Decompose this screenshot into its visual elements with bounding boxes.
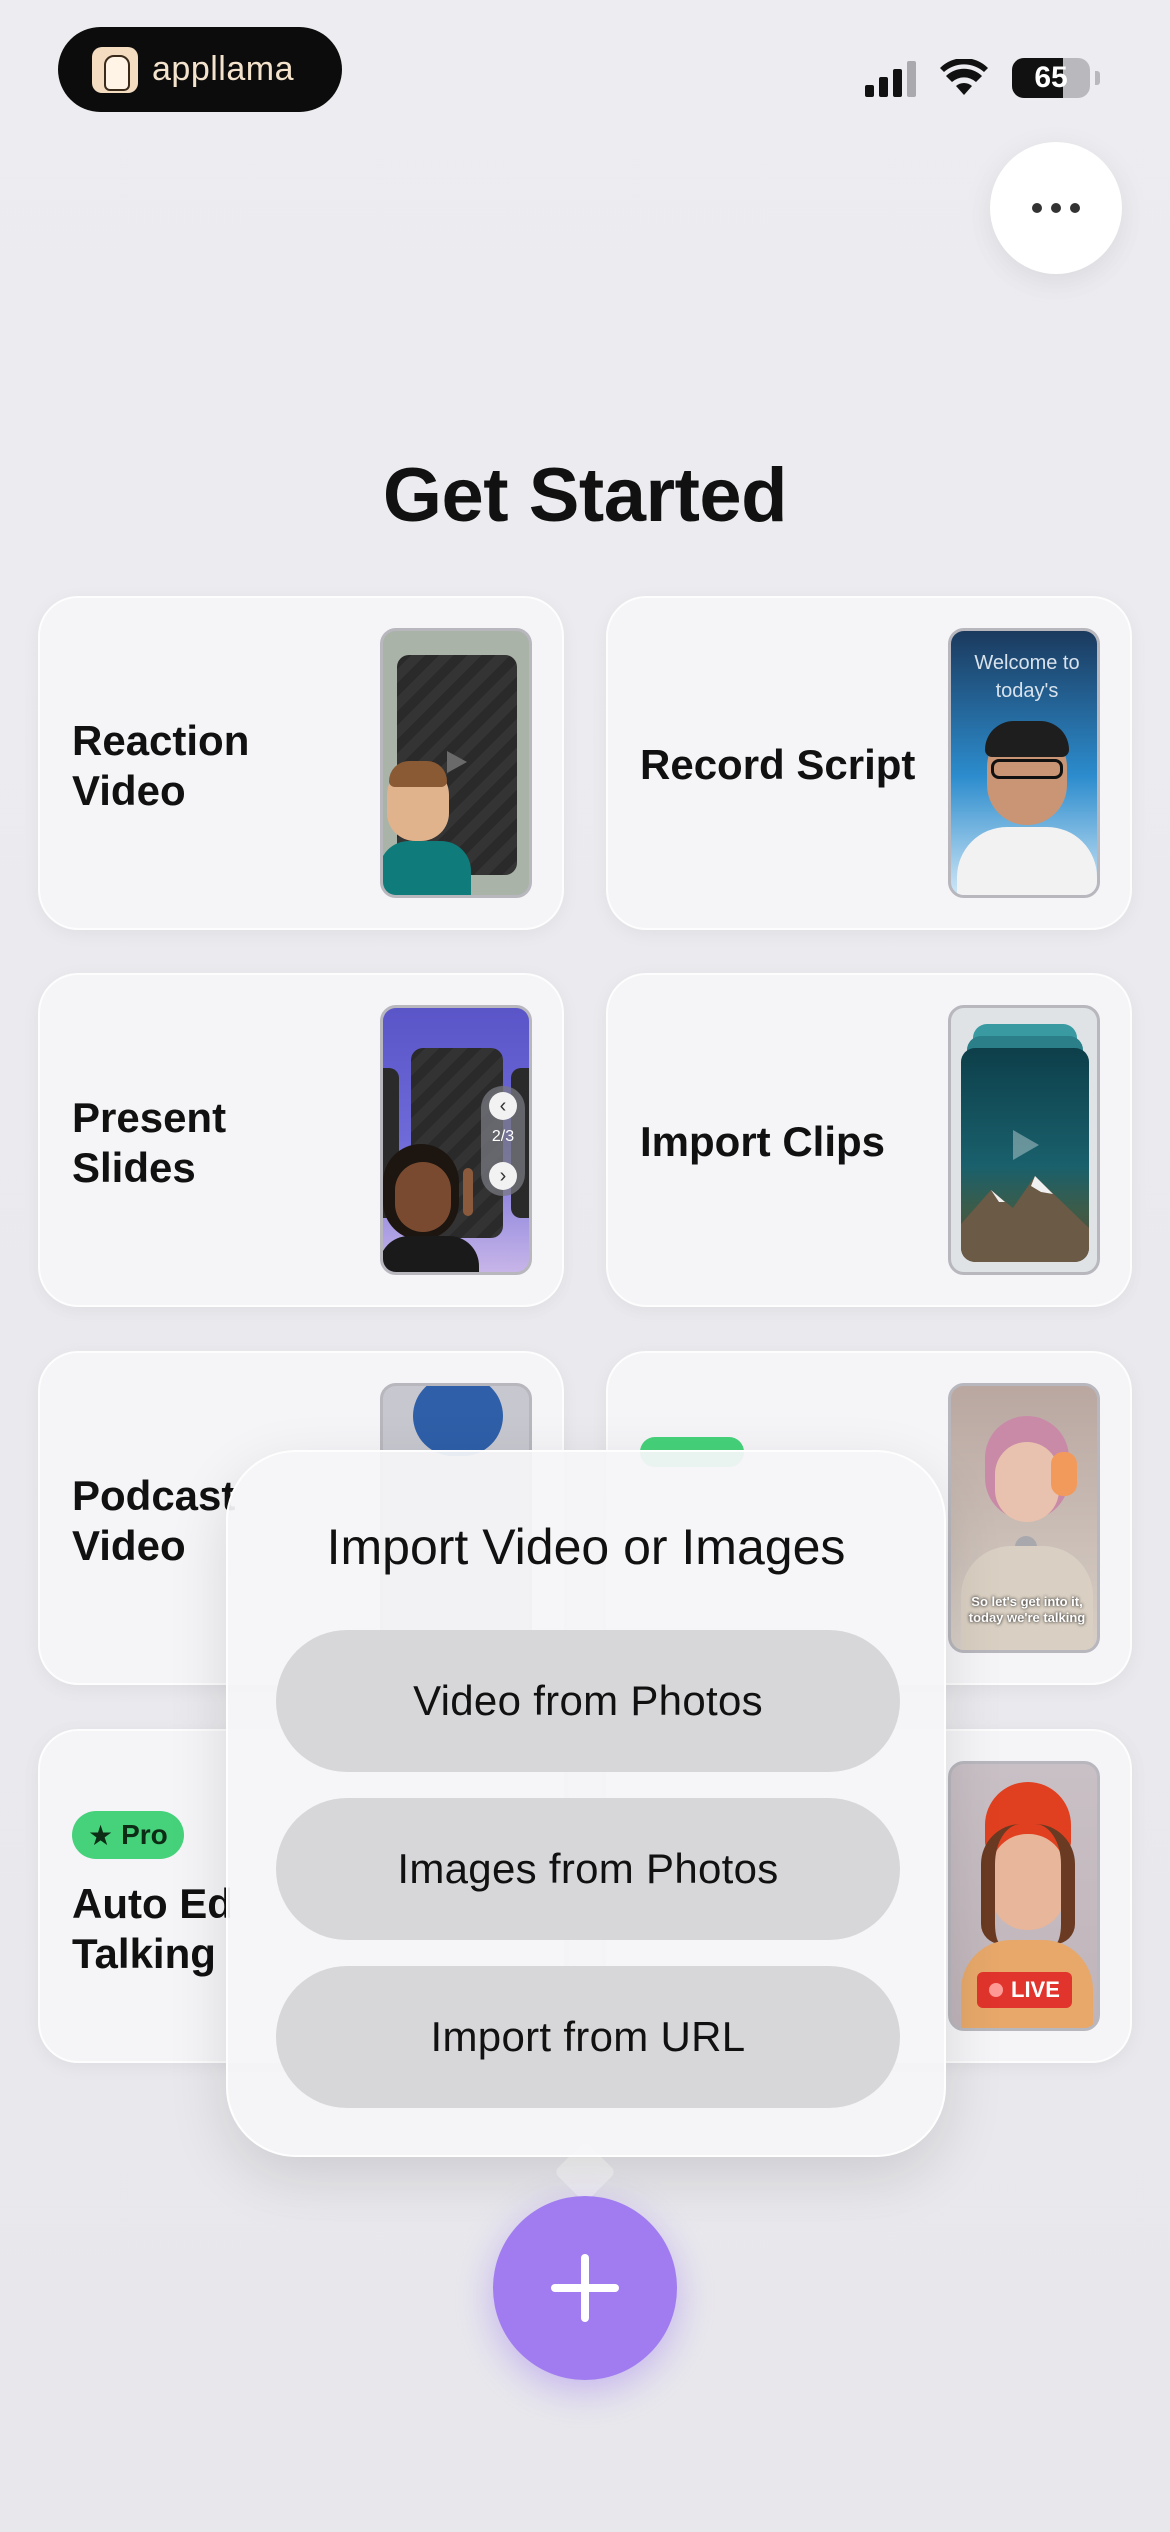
person-photo bbox=[383, 1144, 479, 1272]
reaction-video-thumbnail bbox=[380, 628, 532, 898]
cellular-signal-icon bbox=[865, 59, 916, 97]
import-popup-menu: Import Video or Images Video from Photos… bbox=[226, 1450, 946, 2157]
card-label-line1: Present bbox=[72, 1094, 227, 1141]
popup-title: Import Video or Images bbox=[326, 1519, 846, 1575]
present-slides-thumbnail: ‹ 2/3 › bbox=[380, 1005, 532, 1275]
live-badge: LIVE bbox=[977, 1972, 1072, 2008]
headphones-icon bbox=[1051, 1452, 1077, 1496]
card-label-line1: Reaction bbox=[72, 717, 250, 764]
card-present-slides[interactable]: Present Slides ‹ 2/3 › bbox=[38, 973, 564, 1307]
card-import-clips[interactable]: Import Clips bbox=[606, 973, 1132, 1307]
live-stream-thumbnail: LIVE bbox=[948, 1761, 1100, 2031]
llama-logo-icon bbox=[92, 46, 138, 93]
card-record-script[interactable]: Record Script Welcome to today's bbox=[606, 596, 1132, 930]
page-title: Get Started bbox=[382, 453, 788, 538]
card-label-line2: Slides bbox=[72, 1144, 196, 1191]
live-badge-label: LIVE bbox=[1011, 1977, 1060, 2002]
add-button[interactable] bbox=[493, 2196, 677, 2380]
card-label-line1: Auto Ed bbox=[72, 1880, 233, 1927]
star-icon: ★ bbox=[88, 1819, 114, 1851]
more-options-button[interactable] bbox=[990, 142, 1122, 274]
slide-pager: ‹ 2/3 › bbox=[481, 1086, 525, 1196]
card-label-line2: Video bbox=[72, 767, 186, 814]
images-from-photos-button[interactable]: Images from Photos bbox=[276, 1798, 900, 1940]
battery-level: 65 bbox=[1034, 61, 1068, 94]
wifi-icon bbox=[940, 59, 988, 95]
card-label-line2: Talking bbox=[72, 1930, 216, 1977]
slide-page-indicator: 2/3 bbox=[491, 1128, 515, 1145]
import-clips-thumbnail bbox=[948, 1005, 1100, 1275]
record-script-thumbnail: Welcome to today's bbox=[948, 628, 1100, 898]
mountain-icon bbox=[961, 1176, 1089, 1262]
play-icon bbox=[1013, 1130, 1039, 1160]
person-photo bbox=[383, 761, 471, 895]
card-reaction-video[interactable]: Reaction Video bbox=[38, 596, 564, 930]
live-dot-icon bbox=[989, 1983, 1003, 1997]
video-from-photos-button[interactable]: Video from Photos bbox=[276, 1630, 900, 1772]
chevron-right-icon[interactable]: › bbox=[489, 1162, 517, 1190]
import-from-url-button[interactable]: Import from URL bbox=[276, 1966, 900, 2108]
talking-video-thumbnail: So let's get into it, today we're talkin… bbox=[948, 1383, 1100, 1653]
plus-icon bbox=[551, 2254, 619, 2322]
chevron-left-icon[interactable]: ‹ bbox=[489, 1092, 517, 1120]
brand-pill: appllama bbox=[58, 27, 342, 112]
ellipsis-icon bbox=[1032, 203, 1042, 213]
card-label: Record Script bbox=[640, 741, 916, 788]
status-indicators: 65 bbox=[865, 58, 1100, 98]
teleprompter-text: Welcome to today's bbox=[974, 652, 1080, 702]
screen: appllama 65 Get Started Reaction Video R… bbox=[0, 0, 1170, 2532]
pro-badge: ★ Pro bbox=[72, 1811, 184, 1859]
pro-badge-label: Pro bbox=[121, 1819, 168, 1850]
brand-name: appllama bbox=[152, 50, 294, 88]
card-label-line2: Video bbox=[72, 1522, 186, 1569]
battery-icon: 65 bbox=[1012, 58, 1090, 98]
card-label-line1: Podcast bbox=[72, 1472, 236, 1519]
caption-text: So let's get into it, today we're talkin… bbox=[968, 1594, 1086, 1625]
card-label: Import Clips bbox=[640, 1118, 886, 1165]
